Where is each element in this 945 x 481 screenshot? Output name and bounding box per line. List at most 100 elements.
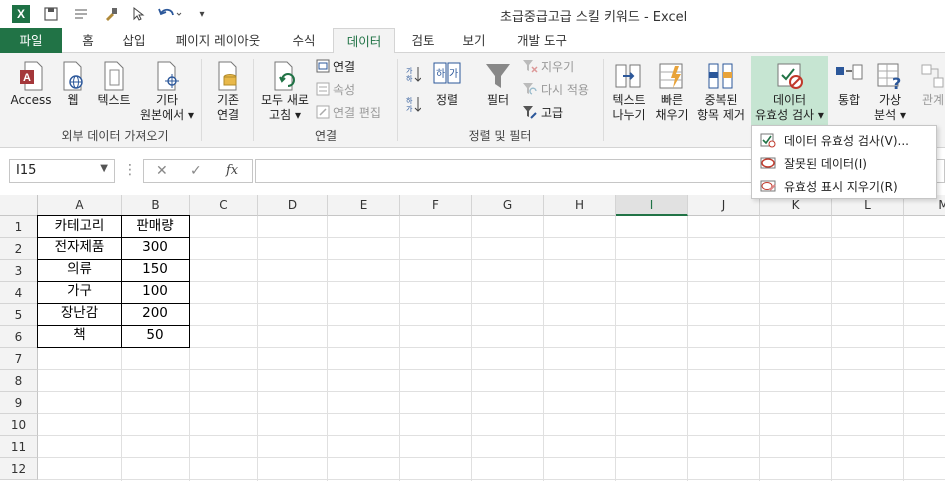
svg-text:가: 가 <box>406 104 413 113</box>
what-if-analysis-button[interactable]: ? 가상 분석 ▾ <box>870 61 910 123</box>
sort-asc-button[interactable]: 가하 <box>405 65 421 83</box>
table-cell[interactable]: 300 <box>121 237 190 260</box>
clear-filter-button[interactable]: 지우기 <box>522 57 574 75</box>
text-to-columns-button[interactable]: 텍스트 나누기 <box>609 61 649 123</box>
gridline <box>38 479 945 480</box>
text-import-button[interactable]: 텍스트 <box>94 61 134 108</box>
tab-page-layout[interactable]: 페이지 레이아웃 <box>166 28 270 53</box>
column-header-j[interactable]: J <box>688 195 760 216</box>
row-header-10[interactable]: 10 <box>0 414 38 436</box>
data-validation-button[interactable]: 데이터 유효성 검사 ▾ <box>751 56 828 125</box>
table-cell[interactable]: 150 <box>121 259 190 282</box>
data-validation-icon <box>777 63 803 89</box>
row-header-1[interactable]: 1 <box>0 216 38 238</box>
table-cell[interactable]: 장난감 <box>37 303 122 326</box>
sort-desc-icon: 하가 <box>406 96 421 113</box>
tab-developer[interactable]: 개발 도구 <box>506 28 578 53</box>
chevron-down-icon[interactable]: ▼ <box>100 163 108 174</box>
gridline <box>831 216 832 481</box>
row-header-6[interactable]: 6 <box>0 326 38 348</box>
connections-button[interactable]: 연결 <box>316 57 355 75</box>
access-button[interactable]: A Access <box>10 61 52 108</box>
table-cell[interactable]: 전자제품 <box>37 237 122 260</box>
form-icon[interactable] <box>70 4 92 24</box>
cancel-icon[interactable]: ✕ <box>156 163 168 179</box>
table-cell[interactable]: 200 <box>121 303 190 326</box>
edit-links-icon <box>316 105 330 119</box>
column-header-a[interactable]: A <box>38 195 122 216</box>
refresh-all-button[interactable]: 모두 새로 고침 ▾ <box>256 61 314 123</box>
table-cell[interactable]: 50 <box>121 325 190 348</box>
gridline <box>38 391 945 392</box>
row-header-12[interactable]: 12 <box>0 458 38 480</box>
row-header-7[interactable]: 7 <box>0 348 38 370</box>
remove-duplicates-button[interactable]: 중복된 항목 제거 <box>695 61 747 123</box>
row-header-2[interactable]: 2 <box>0 238 38 260</box>
tab-review[interactable]: 검토 <box>403 28 443 53</box>
column-header-e[interactable]: E <box>328 195 400 216</box>
gridline <box>38 413 945 414</box>
other-sources-button[interactable]: 기타 원본에서 ▾ <box>138 61 196 123</box>
flash-fill-button[interactable]: 빠른 채우기 <box>653 61 691 123</box>
tab-data[interactable]: 데이터 <box>333 28 395 54</box>
format-painter-icon[interactable] <box>100 4 122 24</box>
select-all-corner[interactable] <box>0 195 38 216</box>
menu-item-clear-circles[interactable]: 유효성 표시 지우기(R) <box>752 175 936 197</box>
row-header-3[interactable]: 3 <box>0 260 38 282</box>
row-header-8[interactable]: 8 <box>0 370 38 392</box>
column-header-i[interactable]: I <box>616 195 688 216</box>
other-sources-icon <box>157 61 179 91</box>
sort-button[interactable]: 하가 정렬 <box>428 61 466 108</box>
tab-insert[interactable]: 삽입 <box>114 28 154 53</box>
column-header-c[interactable]: C <box>190 195 258 216</box>
consolidate-button[interactable]: 통합 <box>832 61 866 108</box>
table-cell[interactable]: 의류 <box>37 259 122 282</box>
sort-desc-button[interactable]: 하가 <box>405 95 421 113</box>
worksheet-grid[interactable]: A B C D E F G H I J K L M 1 2 3 4 5 6 7 8 9 10 11 12 카테고리 판매량 전자제품 3… <box>0 195 945 481</box>
tab-file[interactable]: 파일 <box>0 28 62 53</box>
tab-home[interactable]: 홈 <box>70 28 106 53</box>
pointer-icon[interactable] <box>128 4 148 24</box>
filter-button[interactable]: 필터 <box>478 61 518 108</box>
tab-formulas[interactable]: 수식 <box>282 28 326 53</box>
column-header-b[interactable]: B <box>122 195 190 216</box>
name-box[interactable]: I15 ▼ <box>9 159 115 183</box>
column-header-f[interactable]: F <box>400 195 472 216</box>
save-icon[interactable] <box>40 4 62 24</box>
customize-qa-icon[interactable]: ▾ <box>194 4 210 24</box>
column-header-d[interactable]: D <box>258 195 328 216</box>
menu-item-data-validation[interactable]: 데이터 유효성 검사(V)... <box>752 129 936 151</box>
table-cell[interactable]: 가구 <box>37 281 122 304</box>
row-header-5[interactable]: 5 <box>0 304 38 326</box>
gridline <box>399 216 400 481</box>
existing-connections-button[interactable]: 기존 연결 <box>206 61 250 123</box>
properties-button[interactable]: 속성 <box>316 80 355 98</box>
tab-view[interactable]: 보기 <box>452 28 496 53</box>
column-header-g[interactable]: G <box>472 195 544 216</box>
ribbon-tabs: 파일 홈 삽입 페이지 레이아웃 수식 데이터 검토 보기 개발 도구 <box>0 28 945 54</box>
row-header-4[interactable]: 4 <box>0 282 38 304</box>
gridline <box>38 457 945 458</box>
table-cell[interactable]: 100 <box>121 281 190 304</box>
web-button[interactable]: 웹 <box>58 61 88 108</box>
table-header-cell[interactable]: 카테고리 <box>37 215 122 238</box>
svg-text:하: 하 <box>406 96 413 105</box>
undo-icon[interactable] <box>156 4 184 24</box>
more-options-icon[interactable]: ⋮ <box>123 162 137 178</box>
gridline <box>687 216 688 481</box>
table-cell[interactable]: 책 <box>37 325 122 348</box>
relationships-icon <box>921 64 944 88</box>
advanced-filter-button[interactable]: 고급 <box>522 103 563 121</box>
menu-item-circle-invalid[interactable]: 잘못된 데이터(I) <box>752 152 936 174</box>
reapply-button[interactable]: 다시 적용 <box>522 80 589 98</box>
table-header-cell[interactable]: 판매량 <box>121 215 190 238</box>
enter-icon[interactable]: ✓ <box>190 163 202 179</box>
window-title: 초급중급고급 스킬 키워드 - Excel <box>500 10 688 25</box>
edit-links-button[interactable]: 연결 편집 <box>316 103 381 121</box>
insert-function-icon[interactable]: fx <box>226 163 238 178</box>
column-header-h[interactable]: H <box>544 195 616 216</box>
row-header-11[interactable]: 11 <box>0 436 38 458</box>
row-header-9[interactable]: 9 <box>0 392 38 414</box>
properties-icon <box>316 82 330 96</box>
relationships-button[interactable]: 관계 <box>916 61 945 108</box>
